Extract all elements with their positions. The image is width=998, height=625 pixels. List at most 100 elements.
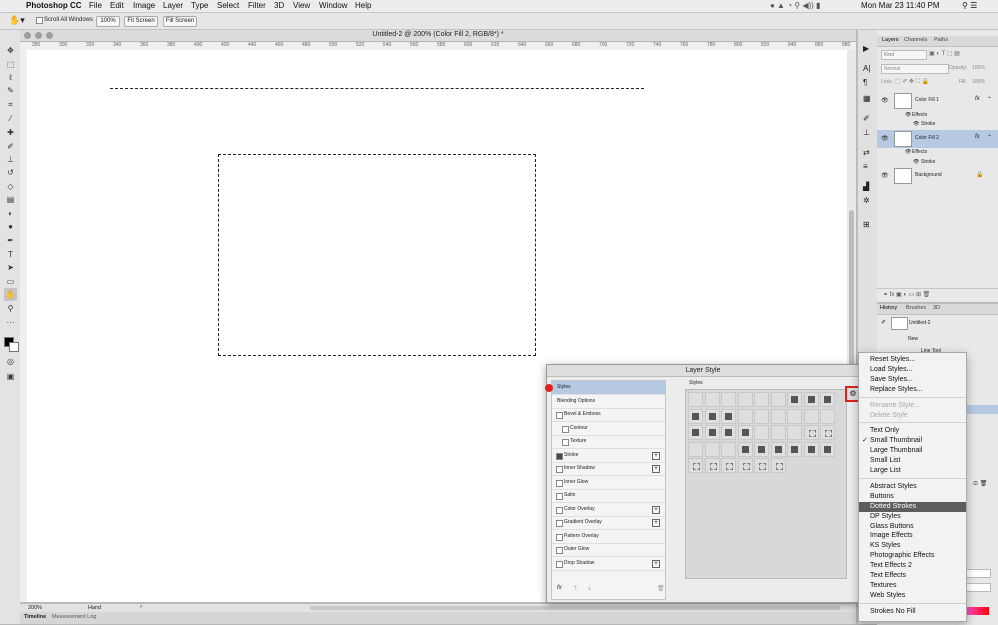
scroll-all-checkbox[interactable] (36, 17, 43, 24)
zoom-100-button[interactable]: 100% (96, 16, 120, 27)
opacity-value[interactable]: 100% (972, 65, 985, 71)
style-swatch[interactable] (704, 425, 720, 440)
add-effect-icon[interactable]: + (652, 465, 660, 473)
style-category-item[interactable]: Inner Glow (552, 476, 665, 490)
menu-item[interactable]: Text Only (859, 426, 966, 436)
add-effect-icon[interactable]: + (652, 559, 660, 568)
menu-item[interactable]: Load Styles... (859, 365, 966, 375)
effects-eye-icon[interactable]: 👁 (905, 149, 911, 155)
layer-row[interactable]: 👁 Color Fill 1 fx ⌃ (877, 92, 998, 110)
tab-layers[interactable]: Layers (882, 37, 899, 43)
swatches-icon[interactable]: ▦ (863, 94, 871, 103)
menu-window[interactable]: Window (319, 1, 347, 10)
add-effect-icon[interactable]: + (652, 519, 660, 527)
visibility-eye-icon[interactable]: 👁 (881, 97, 889, 104)
dashed-line-shape[interactable] (110, 88, 644, 89)
spotlight-icon[interactable]: ⚲ ☰ (962, 1, 977, 10)
style-swatch[interactable] (688, 458, 703, 473)
style-swatch[interactable] (754, 392, 769, 407)
category-checkbox[interactable] (556, 452, 563, 460)
blur-tool-icon[interactable]: ◐ (4, 207, 17, 220)
menu-item[interactable]: Buttons (859, 492, 966, 502)
clock[interactable]: Mon Mar 23 11:40 PM (861, 1, 940, 10)
style-category-item[interactable]: Texture (552, 435, 665, 449)
style-swatch[interactable] (820, 425, 835, 440)
category-checkbox[interactable] (556, 493, 563, 500)
horizontal-scrollbar[interactable] (310, 606, 840, 610)
style-swatch[interactable] (721, 441, 736, 457)
move-up-icon[interactable]: ⇡ (573, 585, 578, 592)
menu-item[interactable]: Abstract Styles (859, 482, 966, 492)
style-swatch[interactable] (770, 408, 786, 424)
history-snapshot[interactable]: ✐ Untitled-2 (877, 316, 998, 330)
style-category-item[interactable]: Contour (552, 422, 665, 436)
menu-item[interactable]: DP Styles (859, 512, 966, 522)
quick-select-icon[interactable]: ✎ (4, 84, 17, 97)
menu-item[interactable]: KS Styles (859, 541, 966, 551)
app-menu[interactable]: Photoshop CC (26, 1, 82, 10)
clone-source-icon[interactable]: ⊥ (863, 128, 870, 137)
menu-item[interactable]: Reset Styles... (859, 355, 966, 365)
brush-panel-icon[interactable]: ✐ (863, 114, 870, 123)
style-swatch[interactable] (770, 425, 786, 440)
style-swatch[interactable] (770, 441, 786, 457)
dashed-rectangle-shape[interactable] (218, 154, 536, 356)
style-swatch[interactable] (721, 392, 736, 407)
move-down-icon[interactable]: ⇣ (587, 585, 592, 592)
menu-item[interactable]: Image Effects (859, 531, 966, 541)
style-swatch[interactable] (787, 425, 802, 440)
menu-item[interactable]: Text Effects (859, 571, 966, 581)
adjustments-icon[interactable]: ⇄ (863, 148, 870, 157)
styles-grid[interactable] (685, 389, 847, 579)
menu-item[interactable]: Large Thumbnail (859, 446, 966, 456)
hand-tool-icon[interactable]: ✋▾ (9, 15, 25, 26)
fx-badge[interactable]: fx (975, 134, 980, 140)
layer-name[interactable]: Color Fill 2 (915, 135, 939, 141)
fill-value[interactable]: 100% (972, 79, 985, 85)
layer-name[interactable]: Background (915, 172, 942, 178)
menu-item[interactable]: Text Effects 2 (859, 561, 966, 571)
style-swatch[interactable] (688, 408, 703, 424)
tab-brushes[interactable]: Brushes (906, 305, 926, 311)
category-checkbox[interactable] (556, 560, 563, 568)
dodge-tool-icon[interactable]: ● (4, 220, 17, 233)
style-category-item[interactable]: Gradient Overlay + (552, 516, 665, 530)
path-select-icon[interactable]: ➤ (4, 261, 17, 274)
menu-item[interactable]: Photographic Effects (859, 551, 966, 561)
brush-tool-icon[interactable]: ✐ (4, 140, 17, 153)
lock-icons[interactable]: ⬚ ✐ ✥ ⛶ 🔒 (895, 78, 929, 86)
style-swatch[interactable] (737, 425, 753, 440)
style-swatch[interactable] (787, 441, 802, 457)
zoom-level[interactable]: 200% (28, 605, 42, 611)
effects-eye-icon[interactable]: 👁 (905, 112, 911, 118)
properties-icon[interactable]: ≡ (863, 162, 868, 171)
style-swatch[interactable] (754, 458, 769, 473)
style-swatch[interactable] (754, 441, 769, 457)
style-category-item[interactable]: Satin (552, 489, 665, 503)
visibility-eye-icon[interactable]: 👁 (881, 135, 889, 142)
tab-measurement-log[interactable]: Measurement Log (52, 614, 96, 620)
collapse-arrow-icon[interactable]: ⌃ (987, 96, 992, 103)
style-swatch[interactable] (803, 441, 819, 457)
info-icon[interactable]: ⊞ (863, 220, 870, 229)
history-brush-icon[interactable]: ↺ (4, 166, 17, 179)
style-category-item[interactable]: Styles (552, 381, 665, 395)
fit-screen-button[interactable]: Fit Screen (124, 16, 158, 27)
menu-item[interactable]: Web Styles (859, 591, 966, 601)
style-swatch[interactable] (737, 392, 753, 407)
menu-edit[interactable]: Edit (110, 1, 124, 10)
eraser-tool-icon[interactable]: ◇ (4, 180, 17, 193)
add-effect-icon[interactable]: + (652, 505, 660, 514)
style-swatch[interactable] (820, 408, 835, 424)
tab-timeline[interactable]: Timeline (24, 614, 46, 620)
menu-select[interactable]: Select (217, 1, 239, 10)
crop-tool-icon[interactable]: ⌗ (4, 98, 17, 111)
style-category-item[interactable]: Outer Glow (552, 543, 665, 557)
tab-channels[interactable]: Channels (904, 37, 927, 43)
eyedropper-icon[interactable]: ⁄ (4, 112, 17, 125)
gradient-tool-icon[interactable]: ▤ (4, 193, 17, 206)
category-checkbox[interactable] (562, 439, 569, 446)
style-swatch[interactable] (704, 408, 720, 424)
style-swatch[interactable] (770, 392, 786, 407)
layer-row-selected[interactable]: 👁 Color Fill 2 fx ⌃ (877, 130, 998, 148)
